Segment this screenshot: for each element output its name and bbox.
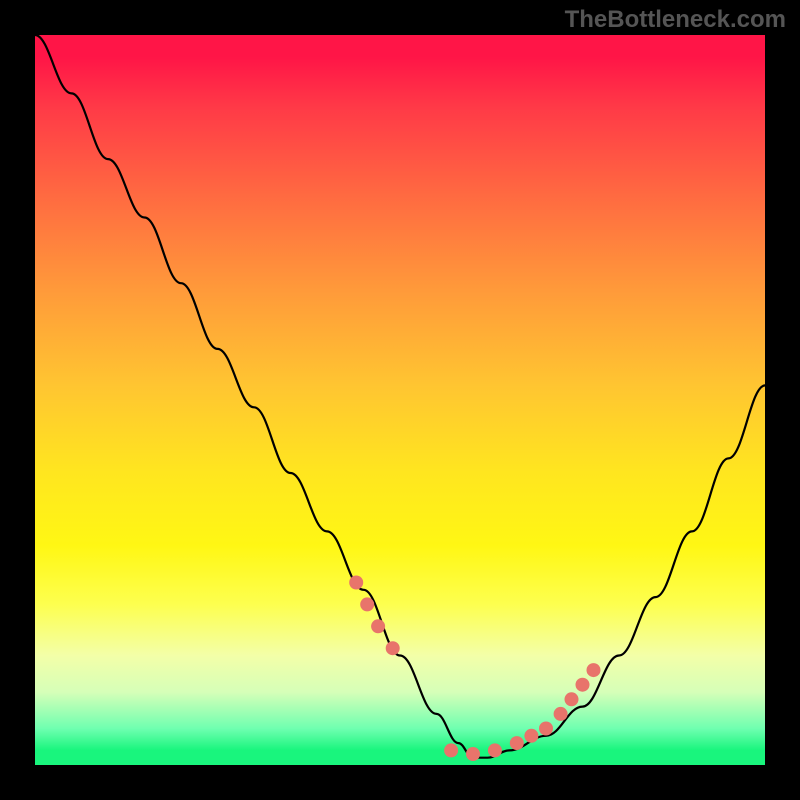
highlight-dot [539, 722, 553, 736]
highlight-dot [510, 736, 524, 750]
highlight-dot [386, 641, 400, 655]
highlight-dot [524, 729, 538, 743]
highlight-dot [565, 692, 579, 706]
plot-area [35, 35, 765, 765]
highlight-dot [360, 597, 374, 611]
highlight-dot [371, 619, 385, 633]
chart-svg [35, 35, 765, 765]
highlight-dot [488, 743, 502, 757]
watermark-text: TheBottleneck.com [565, 6, 786, 34]
highlight-dot [576, 678, 590, 692]
highlight-dot [444, 743, 458, 757]
highlight-dots [349, 576, 600, 762]
highlight-dot [466, 747, 480, 761]
highlight-dot [554, 707, 568, 721]
bottleneck-curve [35, 35, 765, 758]
highlight-dot [587, 663, 601, 677]
highlight-dot [349, 576, 363, 590]
